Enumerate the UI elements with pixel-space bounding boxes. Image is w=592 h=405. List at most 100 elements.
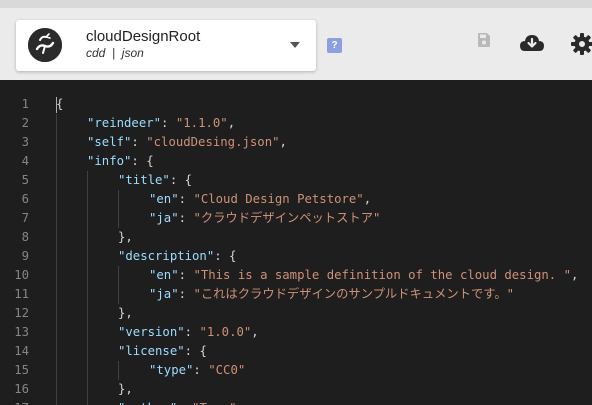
json-key: "license": [118, 344, 185, 358]
json-punctuation: ,: [227, 116, 236, 130]
code-text: "type": "CC0": [149, 361, 245, 380]
line-number: 8: [21, 230, 29, 244]
project-title: cloudDesignRoot: [86, 28, 201, 45]
json-punctuation: :: [178, 268, 194, 282]
json-key: "author": [118, 401, 177, 405]
json-punctuation: : {: [184, 344, 207, 358]
line-number: 15: [14, 363, 29, 377]
gear-icon[interactable]: [570, 32, 592, 61]
indent-guide: [87, 285, 88, 304]
json-punctuation: ,: [279, 135, 287, 149]
code-text: },: [118, 380, 133, 399]
toolbar: cloudDesignRoot cdd | json ?: [0, 0, 592, 80]
json-punctuation: : {: [214, 249, 237, 263]
indent-guide: [87, 399, 88, 405]
json-punctuation: :: [161, 116, 176, 130]
indent-guide: [56, 190, 57, 209]
indent-guide: [87, 342, 88, 361]
indent-guide: [87, 323, 88, 342]
code-line: 17 "author": "Taro": [0, 399, 592, 405]
json-punctuation: :: [131, 135, 147, 149]
code-editor[interactable]: 1{2 "reindeer": "1.1.0", 3 "self": "cloudDe…: [0, 80, 592, 405]
line-number: 17: [0, 399, 29, 405]
indent-guide: [87, 361, 88, 380]
indent-guide: [56, 361, 57, 380]
code-text: "self": "cloudDesing.json",: [87, 133, 287, 152]
json-punctuation: :: [178, 211, 194, 225]
indent-guide: [56, 152, 57, 171]
indent-guide: [87, 304, 88, 323]
code-line: 5 "title": {: [0, 171, 592, 190]
project-selector[interactable]: cloudDesignRoot cdd | json: [16, 20, 316, 71]
json-punctuation: },: [118, 382, 133, 396]
indent-guide: [56, 133, 57, 152]
json-key: "title": [118, 173, 170, 187]
code-line: 3 "self": "cloudDesing.json",: [0, 133, 592, 152]
code-text: "author": "Taro": [118, 399, 236, 405]
code-text: },: [118, 304, 133, 323]
line-number: 10: [14, 268, 29, 282]
indent-guide: [56, 114, 57, 133]
line-number: 5: [21, 173, 29, 187]
indent-guide: [87, 171, 88, 190]
line-number: 6: [21, 192, 29, 206]
code-line: 14 "license": {: [0, 342, 592, 361]
json-string: "1.1.0": [175, 116, 228, 130]
code-line: 7 "ja": "クラウドデザインペットストア": [0, 209, 592, 228]
indent-guide: [118, 285, 119, 304]
help-icon[interactable]: ?: [327, 38, 342, 53]
json-punctuation: {: [56, 97, 64, 111]
indent-guide: [56, 171, 57, 190]
json-punctuation: ,: [251, 325, 259, 339]
reindeer-logo-icon: [28, 28, 62, 62]
indent-guide: [56, 380, 57, 399]
json-punctuation: :: [178, 287, 194, 301]
code-line: 13 "version": "1.0.0",: [0, 323, 592, 342]
code-line: 9 "description": {: [0, 247, 592, 266]
cloud-download-icon[interactable]: [519, 33, 545, 58]
indent-guide: [56, 304, 57, 323]
code-line: 1{: [0, 95, 592, 114]
json-key: "version": [118, 325, 185, 339]
json-punctuation: : {: [169, 173, 193, 187]
json-string: "cloudDesing.json": [146, 135, 280, 149]
indent-guide: [87, 380, 88, 399]
json-punctuation: :: [177, 401, 192, 405]
line-number: 14: [14, 344, 29, 358]
line-number: 1: [21, 97, 29, 111]
json-punctuation: ,: [571, 268, 579, 282]
json-string: "クラウドデザインペットストア": [193, 211, 381, 225]
json-string: "Cloud Design Petstore": [193, 192, 364, 206]
json-punctuation: :: [178, 192, 194, 206]
chevron-down-icon[interactable]: [290, 42, 300, 48]
code-line: 2 "reindeer": "1.1.0",: [0, 114, 592, 133]
json-key: "reindeer": [87, 116, 162, 130]
code-text: "title": {: [118, 171, 192, 190]
json-punctuation: ,: [363, 192, 372, 206]
indent-guide: [118, 266, 119, 285]
indent-guide: [87, 190, 88, 209]
json-punctuation: },: [118, 306, 133, 320]
json-punctuation: },: [118, 230, 133, 244]
line-number: 7: [21, 211, 29, 225]
save-icon[interactable]: [476, 32, 492, 53]
line-number: 3: [21, 135, 29, 149]
json-punctuation: :: [184, 325, 200, 339]
code-line: 4 "info": {: [0, 152, 592, 171]
indent-guide: [87, 228, 88, 247]
line-number: 9: [21, 249, 29, 263]
code-text: "en": "This is a sample definition of th…: [149, 266, 578, 285]
line-number: 16: [14, 382, 29, 396]
indent-guide: [87, 247, 88, 266]
indent-guide: [56, 285, 57, 304]
line-number: 2: [21, 116, 29, 130]
code-text: "reindeer": "1.1.0",: [87, 114, 235, 133]
code-text: "description": {: [118, 247, 236, 266]
indent-guide: [118, 361, 119, 380]
json-key: "info": [87, 154, 132, 168]
code-line: 11 "ja": "これはクラウドデザインのサンプルドキュメントです。": [0, 285, 592, 304]
json-string: "Taro": [192, 401, 236, 405]
json-key: "ja": [149, 287, 179, 301]
indent-guide: [56, 266, 57, 285]
line-number: 11: [14, 287, 29, 301]
